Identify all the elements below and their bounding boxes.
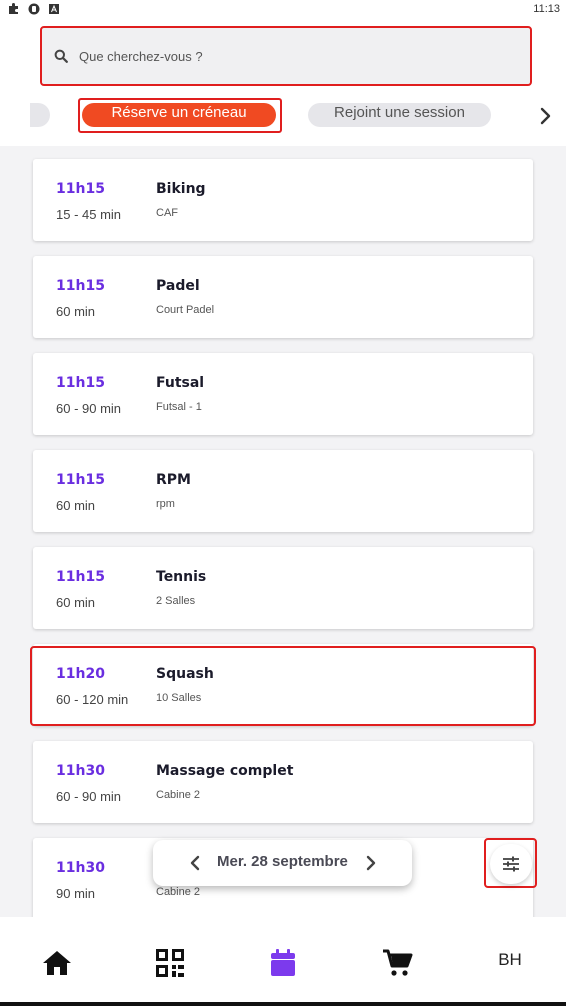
tab-join-session[interactable]: Rejoint une session [308, 103, 491, 127]
session-name: Squash [156, 666, 214, 682]
session-time: 11h15 [56, 472, 105, 488]
session-time: 11h20 [56, 666, 105, 682]
session-time: 11h15 [56, 375, 105, 391]
session-duration: 60 - 120 min [56, 692, 129, 707]
search-icon [54, 49, 68, 63]
qr-code-icon [156, 949, 184, 977]
tab-bar: Réserve un créneau Rejoint une session [0, 98, 566, 134]
tab-reserve-slot[interactable]: Réserve un créneau [82, 103, 276, 127]
bottom-navigation: BH [0, 917, 566, 1006]
status-time: 11:13 [533, 3, 560, 15]
shield-icon [28, 3, 40, 15]
chevron-right-icon[interactable] [365, 855, 377, 871]
session-card[interactable]: 11h15 60 min RPM rpm [33, 450, 533, 532]
session-place: 2 Salles [156, 595, 196, 607]
chevron-left-icon[interactable] [189, 855, 201, 871]
session-time: 11h30 [56, 763, 105, 779]
avatar[interactable]: BH [490, 950, 530, 974]
calendar-icon [271, 949, 295, 976]
sliders-icon [503, 856, 519, 872]
tab-previous-stub[interactable] [30, 103, 50, 127]
session-name: Massage complet [156, 763, 294, 779]
session-time: 11h15 [56, 278, 105, 294]
session-name: Tennis [156, 569, 207, 585]
session-duration: 60 min [56, 595, 96, 610]
chevron-right-icon[interactable] [538, 106, 552, 126]
nav-qr-code[interactable] [150, 943, 190, 983]
session-place: Court Padel [156, 304, 215, 316]
filter-button[interactable] [490, 844, 532, 884]
session-duration: 15 - 45 min [56, 207, 122, 222]
session-place: CAF [156, 207, 178, 219]
session-place: rpm [156, 498, 175, 510]
session-name: Biking [156, 181, 206, 197]
session-card[interactable]: 11h15 60 min Tennis 2 Salles [33, 547, 533, 629]
session-place: Cabine 2 [156, 886, 201, 898]
session-card[interactable]: 11h30 60 - 90 min Massage complet Cabine… [33, 741, 533, 823]
nav-home[interactable] [37, 943, 77, 983]
status-icons [8, 3, 60, 15]
nav-calendar[interactable] [263, 943, 303, 983]
session-card[interactable]: 11h20 60 - 120 min Squash 10 Salles [33, 644, 533, 726]
session-duration: 60 - 90 min [56, 401, 122, 416]
nav-cart[interactable] [377, 943, 417, 983]
session-duration: 60 min [56, 304, 96, 319]
session-name: Futsal [156, 375, 205, 391]
top-header: Réserve un créneau Rejoint une session [0, 20, 566, 146]
system-nav-bar [0, 1002, 566, 1006]
session-name: RPM [156, 472, 191, 488]
search-input[interactable] [79, 48, 479, 64]
search-bar[interactable] [40, 26, 532, 86]
session-card[interactable]: 11h15 60 min Padel Court Padel [33, 256, 533, 338]
session-card[interactable]: 11h15 15 - 45 min Biking CAF [33, 159, 533, 241]
session-place: Cabine 2 [156, 789, 201, 801]
status-bar: 11:13 [0, 0, 566, 20]
session-name: Padel [156, 278, 200, 294]
session-duration: 90 min [56, 886, 96, 901]
a-icon [49, 4, 59, 14]
session-time: 11h15 [56, 181, 105, 197]
session-time: 11h30 [56, 860, 105, 876]
session-time: 11h15 [56, 569, 105, 585]
session-duration: 60 min [56, 498, 96, 513]
cart-icon [383, 949, 413, 976]
puzzle-icon [9, 3, 18, 14]
date-picker: Mer. 28 septembre [153, 840, 412, 886]
home-icon [43, 951, 71, 975]
date-label[interactable]: Mer. 28 septembre [217, 853, 348, 870]
session-place: Futsal - 1 [156, 401, 202, 413]
session-card[interactable]: 11h15 60 - 90 min Futsal Futsal - 1 [33, 353, 533, 435]
session-list: 11h15 15 - 45 min Biking CAF 11h15 60 mi… [0, 146, 566, 917]
session-duration: 60 - 90 min [56, 789, 122, 804]
session-place: 10 Salles [156, 692, 202, 704]
